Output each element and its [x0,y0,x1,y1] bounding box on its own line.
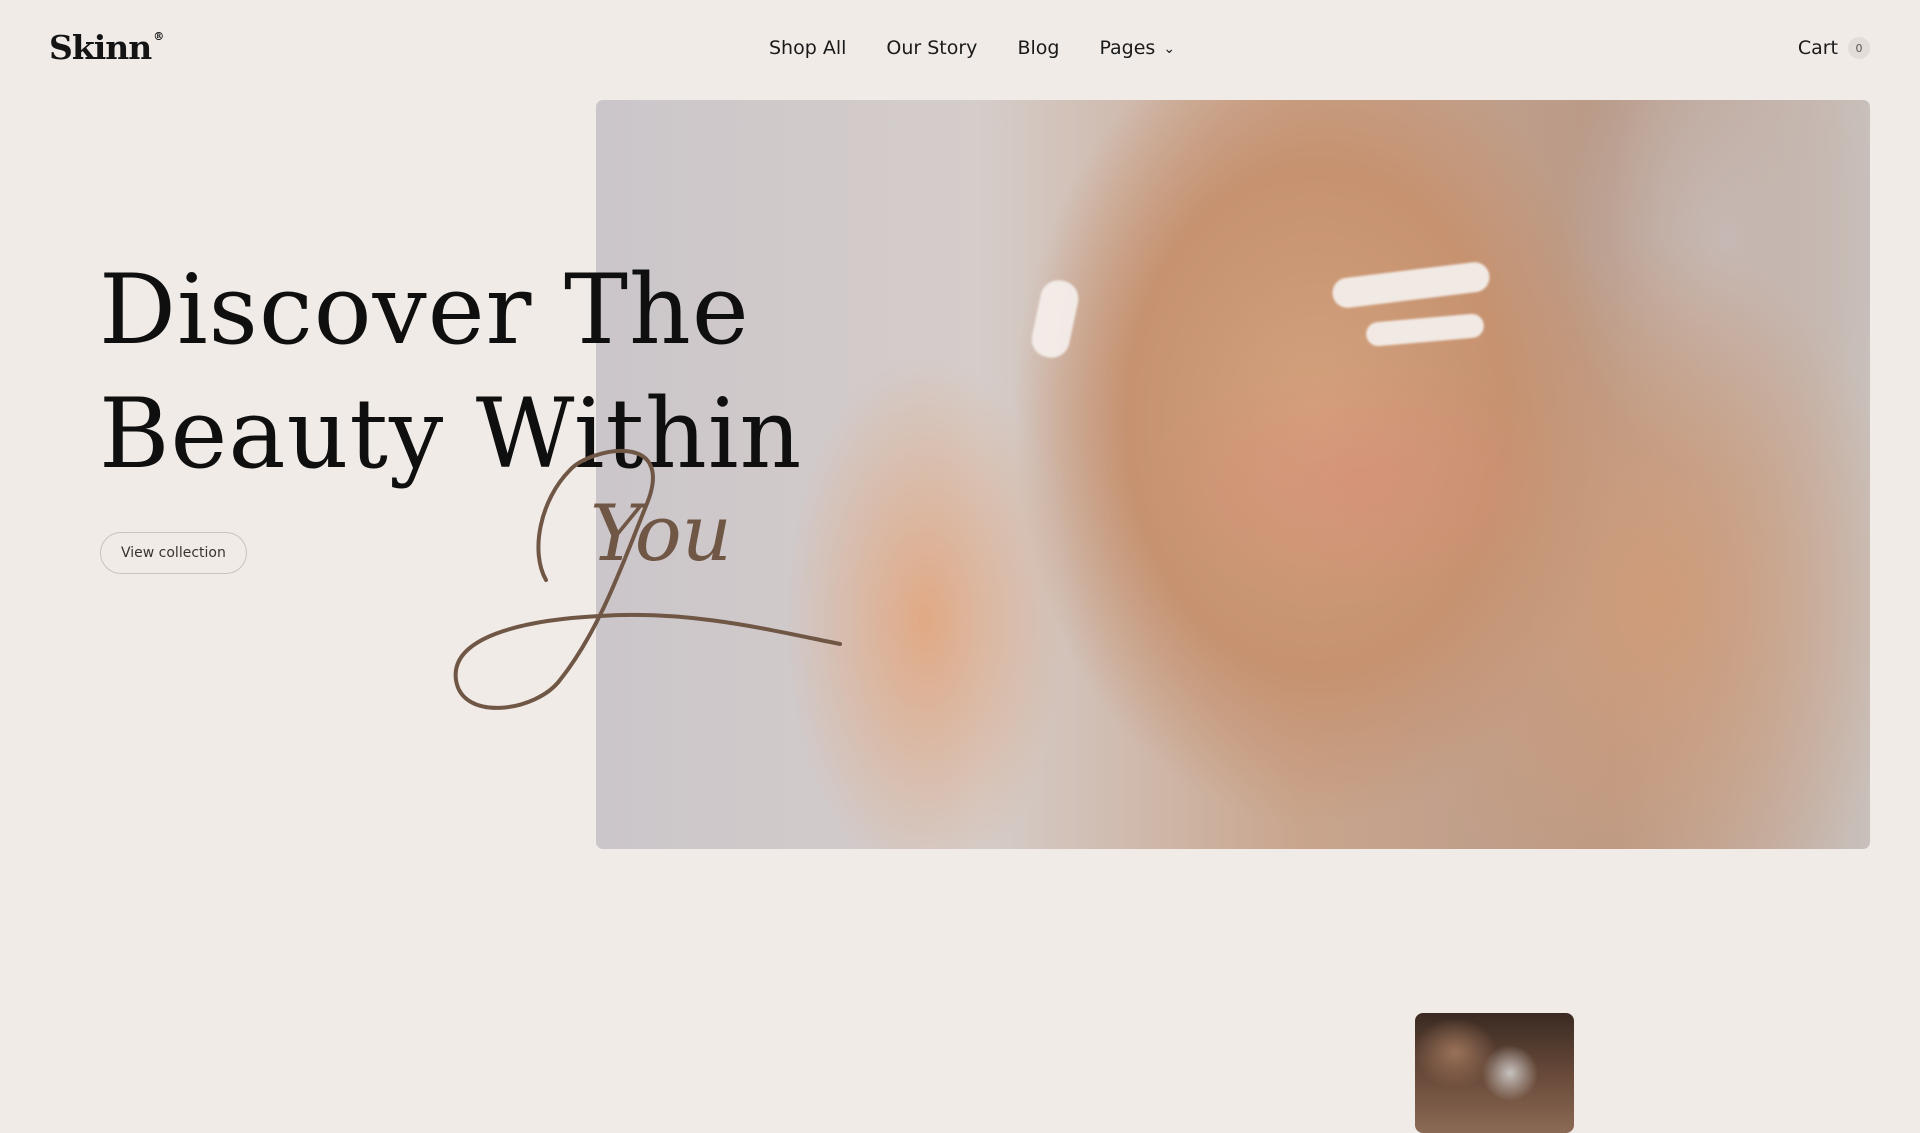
preview-thumbnail-image [1415,1013,1574,1133]
nav-pages-label: Pages [1099,37,1156,59]
script-you-text: You [590,489,732,579]
view-collection-button[interactable]: View collection [100,532,247,574]
nav-shop-all[interactable]: Shop All [769,37,846,59]
registered-mark: ® [153,30,164,43]
brand-logo[interactable]: Skinn ® [49,28,164,67]
cart-label: Cart [1797,37,1838,59]
hero-title-line-1: Discover The [99,254,750,366]
nav-blog[interactable]: Blog [1017,37,1059,59]
cart-count-badge: 0 [1848,37,1870,59]
cream-streak-lower [1365,312,1485,348]
brand-name: Skinn [49,28,152,67]
cream-streak-upper [1330,260,1492,310]
cart-button[interactable]: Cart 0 [1798,37,1870,59]
nav-pages-dropdown[interactable]: Pages ⌄ [1099,37,1175,59]
cream-streak-left [1028,276,1082,362]
script-you-signature: You [453,448,842,710]
nav-our-story[interactable]: Our Story [886,37,977,59]
main-nav: Shop All Our Story Blog Pages ⌄ [769,37,1175,59]
chevron-down-icon: ⌄ [1163,41,1176,57]
